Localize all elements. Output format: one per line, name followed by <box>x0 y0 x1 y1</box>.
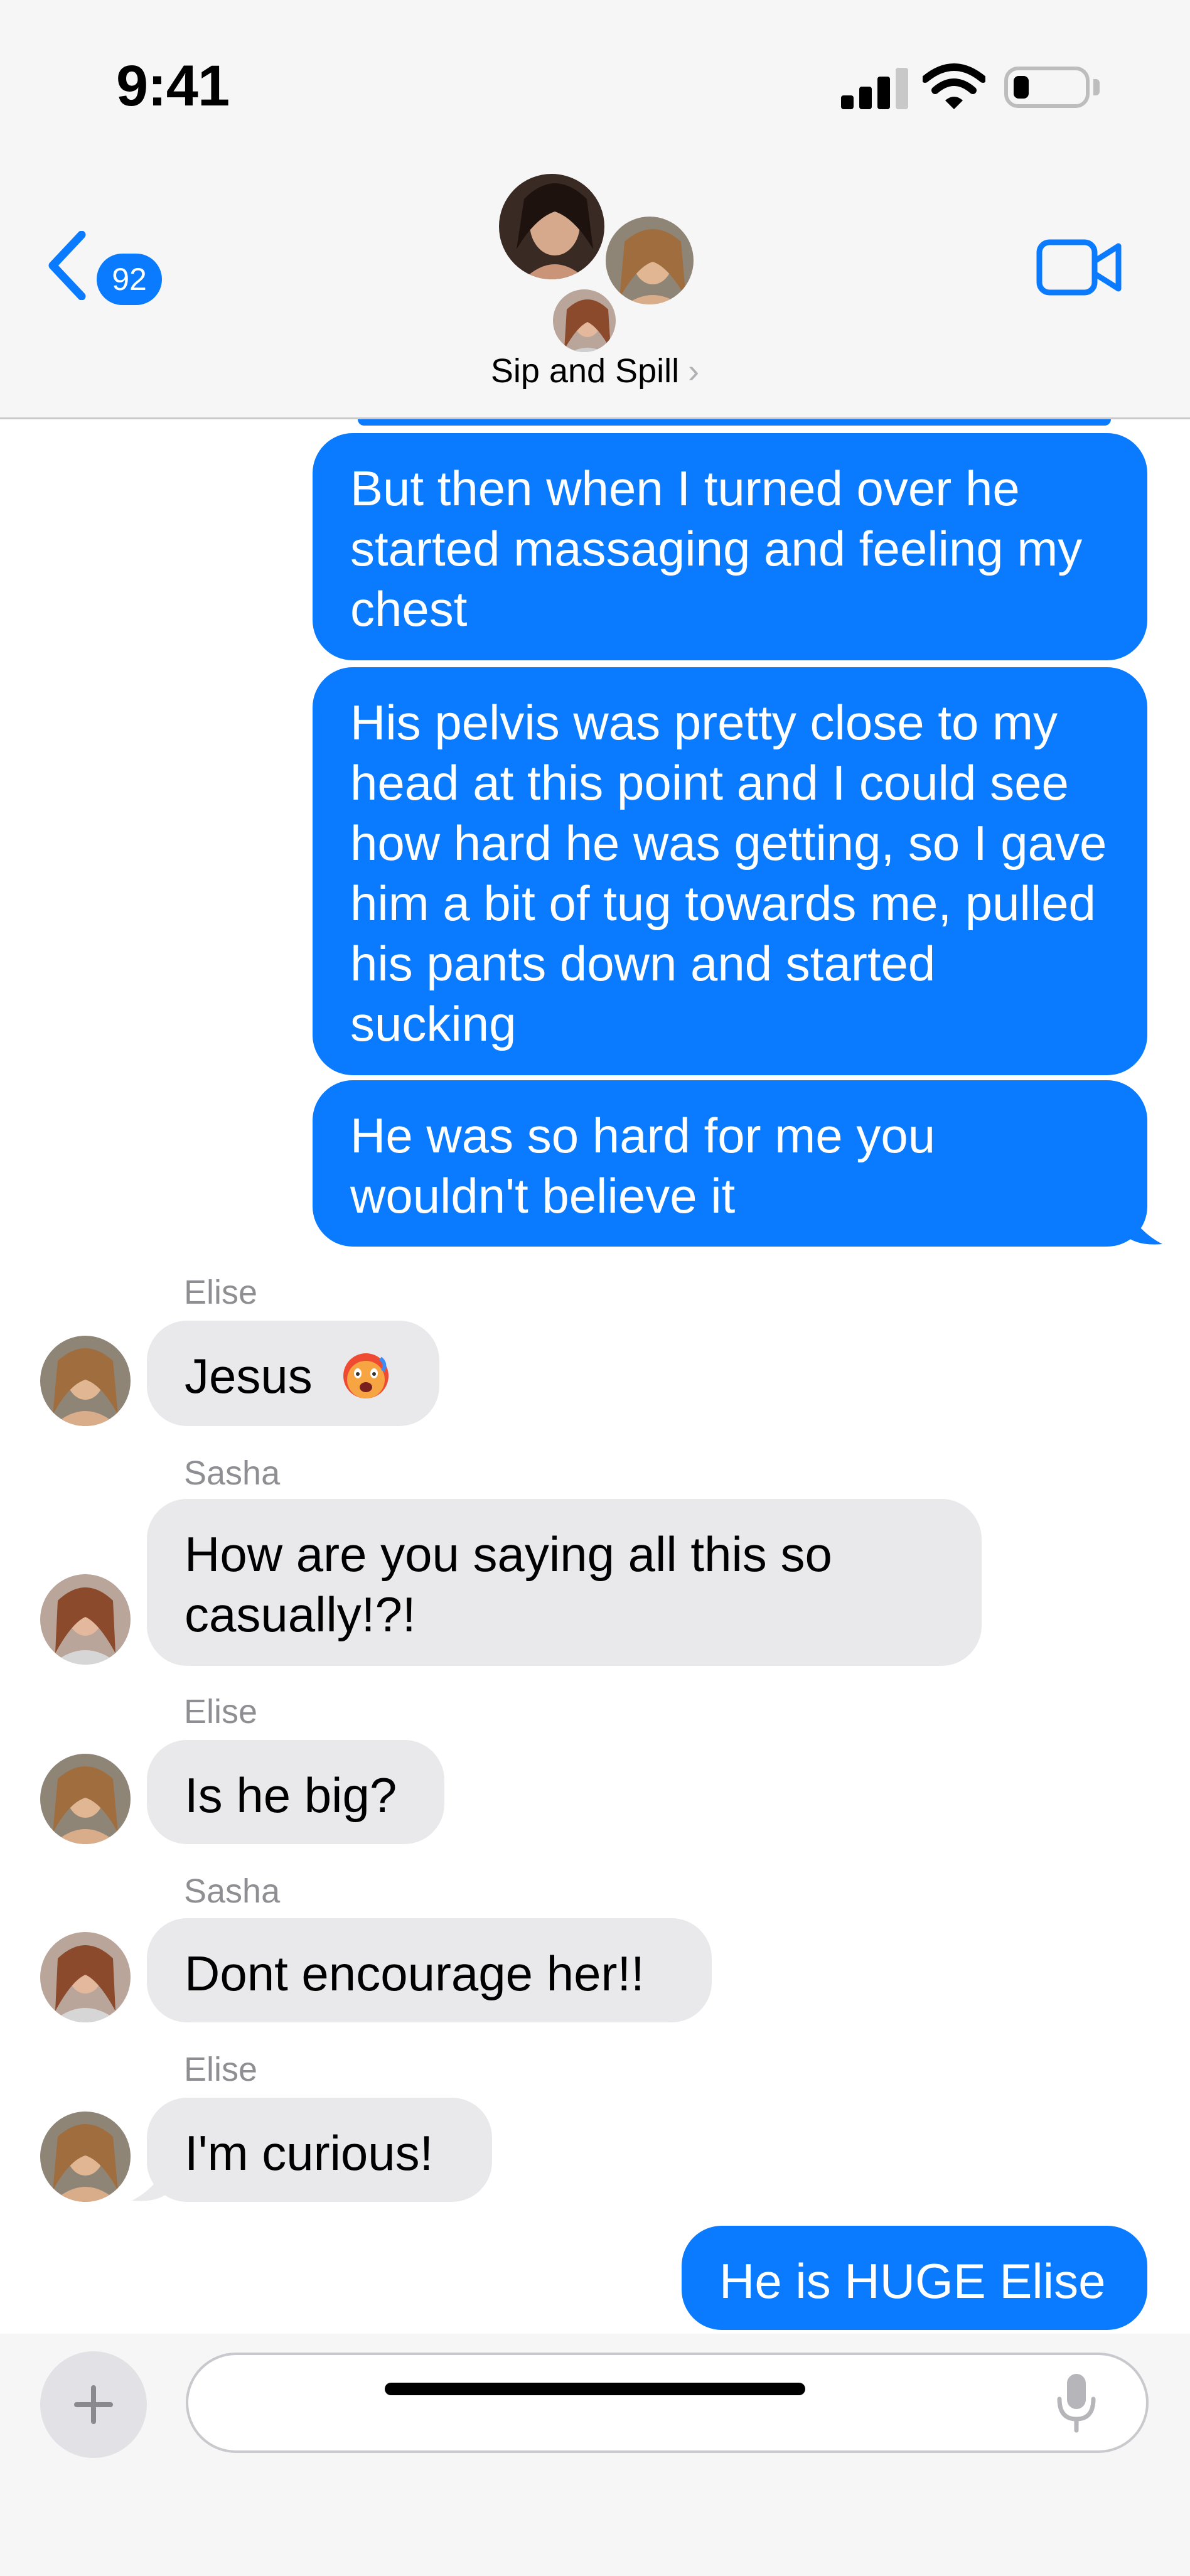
avatar-elise <box>40 1336 131 1426</box>
battery-icon <box>1004 67 1090 108</box>
sender-name: Elise <box>184 1274 258 1311</box>
status-time: 9:41 <box>116 54 230 118</box>
avatar-sasha <box>40 1932 131 2022</box>
sender-name: Sasha <box>184 1872 281 1910</box>
group-avatar-cluster[interactable] <box>496 171 703 359</box>
signal-icon <box>841 68 910 109</box>
message-thread[interactable]: But then when I turned over he started m… <box>0 419 1190 2334</box>
avatar-member-1 <box>496 171 608 282</box>
group-name-chevron-icon: › <box>688 352 700 390</box>
message-outgoing[interactable]: He is HUGE Elise <box>682 2226 1147 2330</box>
bubble-tail-incoming <box>132 2162 171 2201</box>
avatar-member-3 <box>550 286 619 355</box>
previous-message-edge <box>358 419 1111 426</box>
message-incoming[interactable]: Dont encourage her!! <box>147 1918 712 2022</box>
message-incoming[interactable]: I'm curious! <box>147 2098 492 2202</box>
sender-name: Elise <box>184 2051 258 2088</box>
avatar-member-2 <box>603 213 697 308</box>
hot-face-icon <box>343 1353 389 1398</box>
message-outgoing[interactable]: His pelvis was pretty close to my head a… <box>313 667 1147 1075</box>
message-incoming[interactable]: How are you saying all this so casually!… <box>147 1499 982 1666</box>
message-incoming[interactable]: Is he big? <box>147 1740 444 1844</box>
sender-name: Elise <box>184 1693 258 1731</box>
message-outgoing[interactable]: He was so hard for me you wouldn't belie… <box>313 1080 1147 1247</box>
back-chevron-icon <box>48 231 86 300</box>
battery-cap <box>1093 79 1100 95</box>
avatar-elise <box>40 1754 131 1844</box>
sender-name: Sasha <box>184 1454 281 1492</box>
message-incoming[interactable]: Jesus <box>147 1321 439 1426</box>
avatar-elise <box>40 2112 131 2202</box>
message-outgoing[interactable]: But then when I turned over he started m… <box>313 433 1147 660</box>
group-name: Sip and Spill <box>490 352 680 390</box>
microphone-icon[interactable] <box>1056 2371 1097 2434</box>
video-camera-icon[interactable] <box>1036 237 1123 298</box>
group-name-button[interactable]: Sip and Spill › <box>0 352 1190 390</box>
message-input[interactable] <box>186 2353 1149 2453</box>
compose-bar <box>0 2334 1190 2576</box>
back-button[interactable]: 92 <box>45 231 171 313</box>
home-indicator[interactable] <box>385 2383 805 2395</box>
avatar-sasha <box>40 1574 131 1665</box>
bubble-tail-outgoing <box>1123 1205 1162 1245</box>
plus-button[interactable] <box>40 2351 147 2458</box>
unread-count-badge: 92 <box>97 254 162 305</box>
status-bar: 9:41 <box>0 0 1190 157</box>
conversation-header: 92 Sip and Spill › <box>0 157 1190 419</box>
plus-icon <box>74 2385 113 2424</box>
wifi-icon <box>923 63 985 109</box>
message-text: Jesus <box>185 1348 313 1403</box>
